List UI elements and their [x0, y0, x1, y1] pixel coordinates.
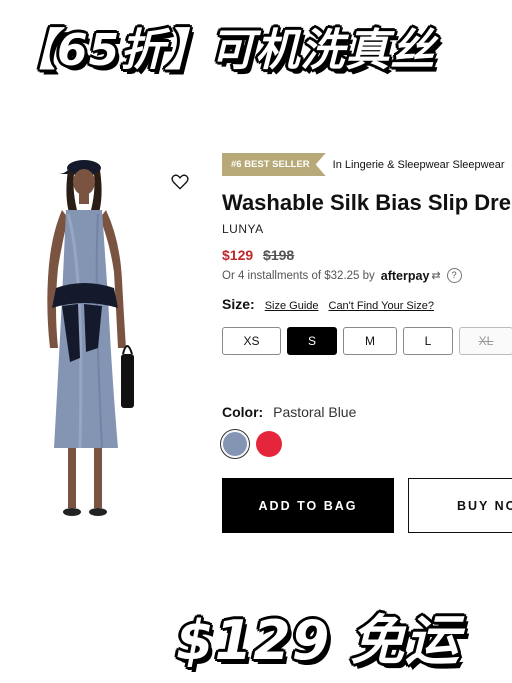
category-link[interactable]: In Lingerie & Sleepwear Sleepwear	[333, 159, 505, 171]
afterpay-logo: afterpay	[380, 268, 430, 283]
size-option-l[interactable]: L	[403, 327, 453, 355]
original-price: $198	[263, 247, 295, 263]
size-option-xs[interactable]: XS	[222, 327, 281, 355]
size-option-xl[interactable]: XL	[459, 327, 512, 355]
badge-row: #6 BEST SELLER In Lingerie & Sleepwear S…	[222, 153, 505, 176]
swatch-pastoral-blue[interactable]	[220, 429, 250, 459]
size-options: XS S M L XL	[222, 327, 512, 355]
size-label: Size:	[222, 296, 255, 312]
sale-price: $129	[222, 247, 254, 263]
color-swatches	[220, 429, 290, 459]
product-title: Washable Silk Bias Slip Dress	[222, 190, 512, 215]
afterpay-arrows-icon: ⇄	[431, 270, 441, 282]
buy-now-button[interactable]: BUY NOW	[408, 478, 512, 533]
brand-name[interactable]: LUNYA	[222, 222, 264, 236]
size-guide-link[interactable]: Size Guide	[265, 300, 319, 312]
color-selected-name: Pastoral Blue	[273, 404, 357, 420]
add-to-bag-button[interactable]: ADD TO BAG	[222, 478, 394, 533]
color-label: Color:	[222, 404, 264, 420]
installments-info: Or 4 installments of $32.25 by afterpay …	[222, 268, 462, 283]
size-option-m[interactable]: M	[343, 327, 397, 355]
size-header: Size: Size Guide Can't Find Your Size?	[222, 296, 434, 312]
help-icon[interactable]: ?	[446, 268, 462, 283]
price-block: $129 $198	[222, 247, 294, 263]
promo-banner-top: 【65折】可机洗真丝	[12, 25, 436, 76]
best-seller-badge: #6 BEST SELLER	[222, 153, 326, 176]
installments-text: Or 4 installments of $32.25 by	[222, 269, 375, 282]
promo-banner-bottom: $129 免运	[176, 609, 461, 672]
product-image	[47, 160, 134, 516]
swatch-red[interactable]	[256, 431, 282, 457]
wishlist-heart-icon[interactable]	[170, 172, 190, 192]
cant-find-size-link[interactable]: Can't Find Your Size?	[329, 300, 434, 312]
color-header: Color: Pastoral Blue	[222, 404, 356, 420]
size-option-s[interactable]: S	[287, 327, 337, 355]
